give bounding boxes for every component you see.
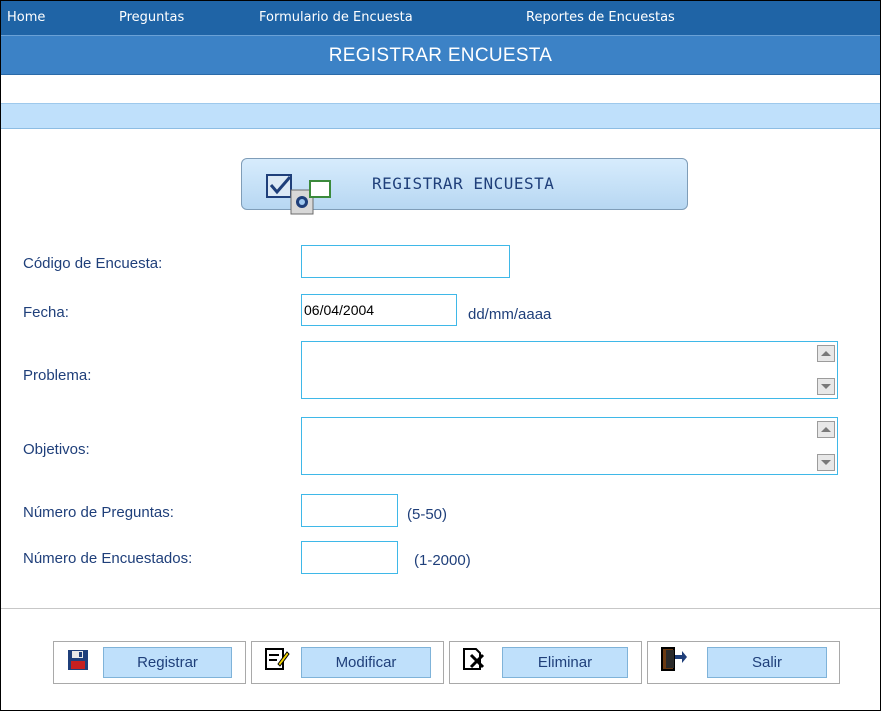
- floppy-disk-icon: [66, 648, 90, 677]
- eliminar-group: Eliminar: [449, 641, 642, 684]
- app-window: Home Preguntas Formulario de Encuesta Re…: [0, 0, 881, 711]
- num-encuestados-field[interactable]: [301, 541, 398, 574]
- page-header: REGISTRAR ENCUESTA: [1, 35, 880, 75]
- num-preguntas-label: Número de Preguntas:: [23, 504, 174, 521]
- top-nav: Home Preguntas Formulario de Encuesta Re…: [1, 1, 880, 35]
- num-encuestados-label: Número de Encuestados:: [23, 550, 193, 567]
- objetivos-label: Objetivos:: [23, 441, 90, 458]
- registrar-group: Registrar: [53, 641, 246, 684]
- codigo-label: Código de Encuesta:: [23, 255, 163, 272]
- problema-scroll-down[interactable]: [817, 378, 835, 395]
- checkbox-survey-icon: [266, 169, 332, 222]
- exit-door-icon: [660, 646, 688, 677]
- page-title: REGISTRAR ENCUESTA: [328, 45, 553, 66]
- objetivos-textarea[interactable]: [301, 417, 838, 475]
- edit-document-icon: [264, 646, 290, 677]
- salir-group: Salir: [647, 641, 840, 684]
- footer-divider: [1, 608, 880, 609]
- registrar-button[interactable]: Registrar: [103, 647, 232, 678]
- num-preguntas-range: (5-50): [407, 506, 448, 523]
- problema-textarea[interactable]: [301, 341, 838, 399]
- sub-header-bar: [1, 103, 880, 129]
- modificar-button[interactable]: Modificar: [301, 647, 431, 678]
- nav-home[interactable]: Home: [7, 1, 45, 35]
- codigo-field[interactable]: [301, 245, 510, 278]
- delete-document-icon: [462, 646, 488, 677]
- modificar-group: Modificar: [251, 641, 444, 684]
- salir-button[interactable]: Salir: [707, 647, 827, 678]
- fecha-field[interactable]: [301, 294, 457, 326]
- num-preguntas-field[interactable]: [301, 494, 398, 527]
- objetivos-scroll-down[interactable]: [817, 454, 835, 471]
- num-encuestados-range: (1-2000): [414, 552, 471, 569]
- objetivos-scroll-up[interactable]: [817, 421, 835, 438]
- problema-scroll-up[interactable]: [817, 345, 835, 362]
- eliminar-button[interactable]: Eliminar: [502, 647, 628, 678]
- nav-formulario[interactable]: Formulario de Encuesta: [259, 1, 413, 35]
- fecha-label: Fecha:: [23, 304, 69, 321]
- nav-reportes[interactable]: Reportes de Encuestas: [526, 1, 675, 35]
- problema-label: Problema:: [23, 367, 92, 384]
- nav-preguntas[interactable]: Preguntas: [119, 1, 184, 35]
- banner-label: REGISTRAR ENCUESTA: [372, 174, 555, 193]
- fecha-format-hint: dd/mm/aaaa: [468, 306, 552, 323]
- register-survey-banner: REGISTRAR ENCUESTA: [241, 158, 688, 215]
